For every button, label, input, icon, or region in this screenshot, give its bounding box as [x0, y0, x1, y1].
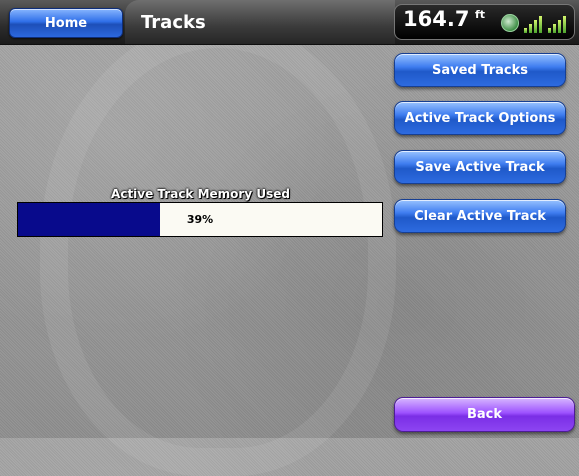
- depth-unit: ft: [475, 8, 486, 21]
- gps-icon: [501, 14, 519, 32]
- back-button[interactable]: Back: [394, 397, 575, 432]
- save-active-track-button[interactable]: Save Active Track: [394, 150, 566, 184]
- status-panel: 164.7 ft: [394, 4, 575, 40]
- signal-bars-icon: [546, 13, 570, 33]
- signal-bars-icon: [522, 13, 546, 33]
- memory-progress-bar: 39%: [17, 202, 383, 237]
- saved-tracks-button[interactable]: Saved Tracks: [394, 53, 566, 87]
- memory-percent-text: 39%: [186, 213, 214, 226]
- clear-active-track-button[interactable]: Clear Active Track: [394, 199, 566, 233]
- page-title: Tracks: [125, 0, 395, 44]
- home-button[interactable]: Home: [9, 8, 123, 38]
- active-track-options-button[interactable]: Active Track Options: [394, 101, 566, 135]
- top-bar: Home Tracks 164.7 ft: [0, 0, 579, 45]
- memory-label: Active Track Memory Used: [111, 187, 290, 201]
- depth-readout: 164.7: [403, 7, 470, 31]
- background-logo-watermark: [40, 20, 396, 476]
